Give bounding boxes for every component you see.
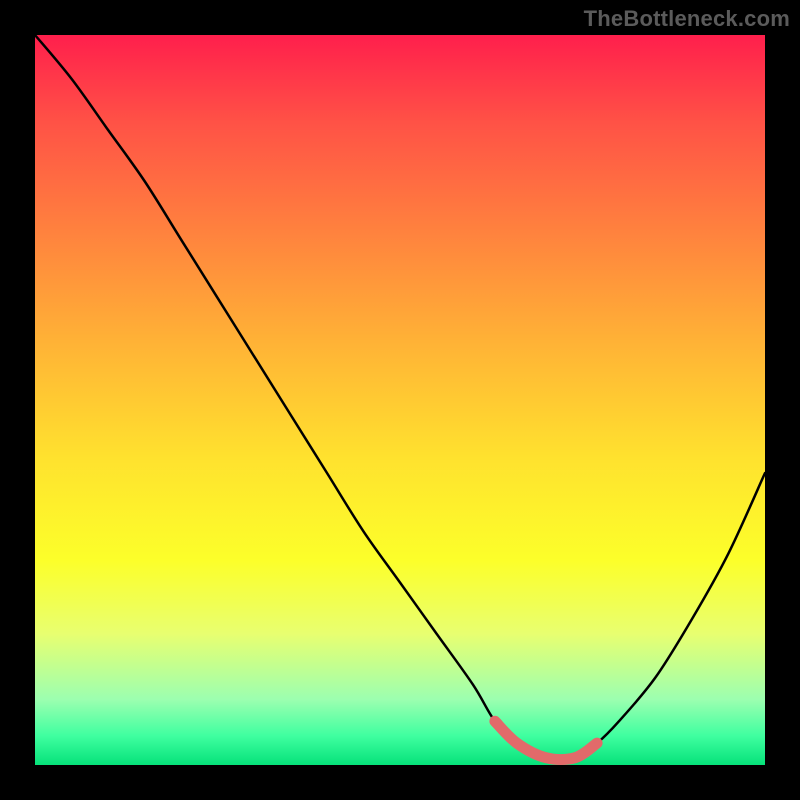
bottleneck-curve [35, 35, 765, 765]
plot-area [35, 35, 765, 765]
chart-container: TheBottleneck.com [0, 0, 800, 800]
watermark-text: TheBottleneck.com [584, 6, 790, 32]
